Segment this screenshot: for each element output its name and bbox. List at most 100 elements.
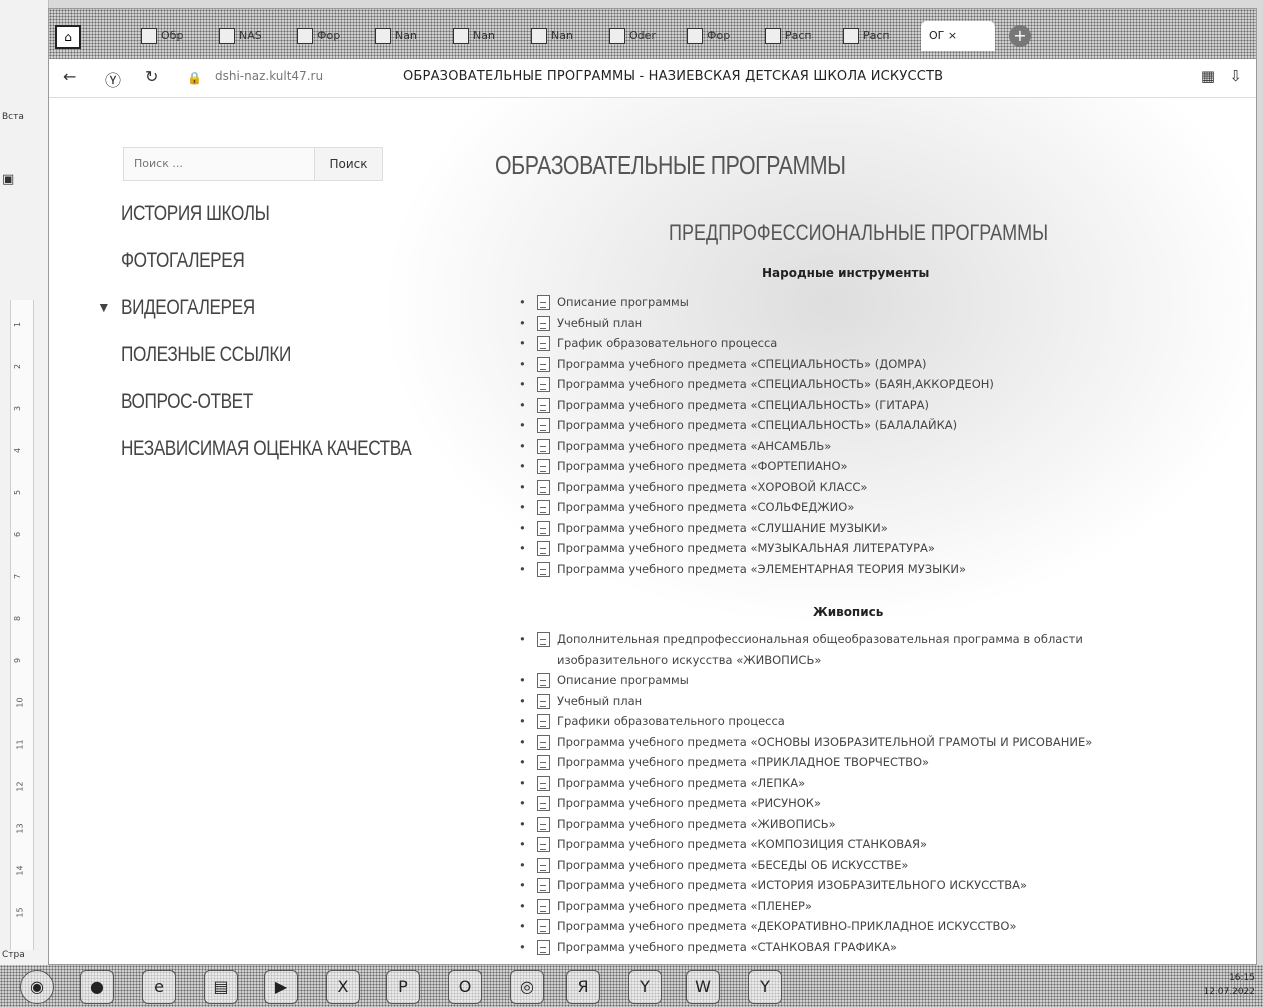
program-link[interactable]: Дополнительная предпрофессиональная обще… [519,629,1147,670]
sidebar-item-label: ПОЛЕЗНЫЕ ССЫЛКИ [121,343,292,366]
program-link-label: Учебный план [557,315,643,330]
program-link[interactable]: Графики образовательного процесса [519,711,1147,732]
program-link-label: Программа учебного предмета «ДЕКОРАТИВНО… [557,919,1017,933]
program-link[interactable]: Описание программы [519,292,994,313]
excel-icon[interactable]: X [326,970,360,1004]
program-link-label: Графики образовательного процесса [557,714,785,728]
chrome-icon[interactable]: ◎ [510,970,544,1004]
sidebar-item-1[interactable]: ФОТОГАЛЕРЕЯ [121,237,411,284]
program-link[interactable]: Программа учебного предмета «ОСНОВЫ ИЗОБ… [519,732,1147,753]
program-link[interactable]: График образовательного процесса [519,333,994,354]
program-link[interactable]: Программа учебного предмета «ХОРОВОЙ КЛА… [519,477,994,498]
new-tab-button[interactable]: + [1009,25,1031,47]
program-link[interactable]: Программа учебного предмета «СПЕЦИАЛЬНОС… [519,374,994,395]
tab-active[interactable]: ОГ × [921,21,995,51]
save-icon[interactable]: ▣ [2,172,14,187]
tab-3[interactable]: Nan [375,23,417,49]
sidebar-item-4[interactable]: ВОПРОС-ОТВЕТ [121,378,411,425]
program-link[interactable]: Программа учебного предмета «ЖИВОПИСЬ» [519,814,1147,835]
tab-6[interactable]: Oder [609,23,656,49]
program-link[interactable]: Программа учебного предмета «КОМПОЗИЦИЯ … [519,834,1147,855]
program-link[interactable]: Программа учебного предмета «СТАНКОВАЯ Г… [519,937,1147,958]
tab-label: Oder [629,29,656,42]
lock-icon: 🔒 [187,71,202,85]
powerpoint-icon[interactable]: P [386,970,420,1004]
program-link[interactable]: Программа учебного предмета «СЛУШАНИЕ МУ… [519,518,994,539]
bookmark-icon[interactable]: ▦ [1201,67,1215,85]
program-link[interactable]: Программа учебного предмета «БЕСЕДЫ ОБ И… [519,855,1147,876]
program-link[interactable]: Программа учебного предмета «МУЗЫКАЛЬНАЯ… [519,538,994,559]
program-link[interactable]: Учебный план [519,691,1147,712]
media-icon[interactable]: ▶ [264,970,298,1004]
program-link-label: Программа учебного предмета «РИСУНОК» [557,796,821,810]
search-input[interactable] [124,148,330,178]
tab-5[interactable]: Nan [531,23,573,49]
program-link-label: Программа учебного предмета «СПЕЦИАЛЬНОС… [557,418,958,432]
program-link[interactable]: Описание программы [519,670,1147,691]
tab-favicon-icon [531,28,547,44]
tab-2[interactable]: Фор [297,23,340,49]
files-icon[interactable]: ▤ [204,970,238,1004]
reload-button[interactable]: ↻ [145,67,158,86]
program-link[interactable]: Программа учебного предмета «РИСУНОК» [519,793,1147,814]
document-icon [537,632,550,647]
program-link[interactable]: Программа учебного предмета «СПЕЦИАЛЬНОС… [519,415,994,436]
document-icon [537,898,550,914]
sidebar-item-0[interactable]: ИСТОРИЯ ШКОЛЫ [121,190,411,237]
system-tray: 16:15 12.07.2022 [1203,971,1255,999]
word-icon[interactable]: W [686,970,720,1004]
ie-icon[interactable]: e [142,970,176,1004]
home-icon[interactable]: ⌂ [55,25,81,49]
program-link[interactable]: Программа учебного предмета «СПЕЦИАЛЬНОС… [519,395,994,416]
tab-7[interactable]: Фор [687,23,730,49]
ruler-tick: 9 [13,657,23,664]
program-link[interactable]: Программа учебного предмета «ЭЛЕМЕНТАРНА… [519,559,994,580]
program-link[interactable]: Программа учебного предмета «ИСТОРИЯ ИЗО… [519,875,1147,896]
program-link[interactable]: Программа учебного предмета «СПЕЦИАЛЬНОС… [519,354,994,375]
program-link[interactable]: Программа учебного предмета «ФОРТЕПИАНО» [519,456,994,477]
sidebar-item-label: НЕЗАВИСИМАЯ ОЦЕНКА КАЧЕСТВА [121,437,412,460]
ruler-tick: 2 [13,363,23,370]
sidebar-item-5[interactable]: НЕЗАВИСИМАЯ ОЦЕНКА КАЧЕСТВА [121,425,412,472]
page-title: ОБРАЗОВАТЕЛЬНЫЕ ПРОГРАММЫ [495,150,846,180]
yandex-icon[interactable]: Я [566,970,600,1004]
tab-label: Фор [707,29,731,42]
program-link[interactable]: Программа учебного предмета «ДЕКОРАТИВНО… [519,916,1147,937]
sidebar-item-label: ФОТОГАЛЕРЕЯ [121,249,245,272]
program-link[interactable]: Программа учебного предмета «ПРИКЛАДНОЕ … [519,752,1147,773]
document-icon [537,520,550,536]
yandex-icon[interactable]: Ⓨ [105,67,121,91]
tab-favicon-icon [843,28,859,44]
tab-1[interactable]: NAS [219,23,262,49]
document-icon [537,459,550,474]
program-link[interactable]: Программа учебного предмета «СОЛЬФЕДЖИО» [519,497,994,518]
document-icon [537,479,550,495]
sidebar-item-3[interactable]: ПОЛЕЗНЫЕ ССЫЛКИ [121,331,411,378]
program-link[interactable]: Программа учебного предмета «ЛЕПКА» [519,773,1147,794]
program-link[interactable]: Учебный план [519,313,994,334]
expand-arrow-icon[interactable]: ▼ [97,284,111,331]
opera-icon[interactable]: O [448,970,482,1004]
downloads-icon[interactable]: ⇩ [1229,67,1242,85]
tab-9[interactable]: Расп [843,23,890,49]
tab-4[interactable]: Nan [453,23,495,49]
program-link[interactable]: Программа учебного предмета «АНСАМБЛЬ» [519,436,994,457]
yandex-browser-icon[interactable]: Y [628,970,662,1004]
browser-icon[interactable]: ● [80,970,114,1004]
tab-label: Nan [551,29,573,42]
tab-8[interactable]: Расп [765,23,812,49]
sidebar-item-2[interactable]: ▼ ВИДЕОГАЛЕРЕЯ [97,284,411,331]
back-button[interactable]: ← [63,67,76,86]
search-button[interactable]: Поиск [314,148,382,180]
page-content: Поиск ИСТОРИЯ ШКОЛЫ ФОТОГАЛЕРЕЯ ▼ ВИДЕОГАЛЕ… [49,98,1256,964]
tab-0[interactable]: Обр [141,23,183,49]
url-field[interactable]: dshi-naz.kult47.ru [215,69,323,83]
program-link[interactable]: Программа учебного предмета «ПЛЕНЕР» [519,896,1147,917]
section-heading-folk: Народные инструменты [762,266,930,280]
start-orb-icon[interactable]: ◉ [20,970,54,1004]
document-icon [537,397,550,413]
yandex-browser-icon[interactable]: Y [748,970,782,1004]
ruler-tick: 1 [13,321,23,328]
document-icon [537,561,550,577]
document-icon [537,878,550,893]
